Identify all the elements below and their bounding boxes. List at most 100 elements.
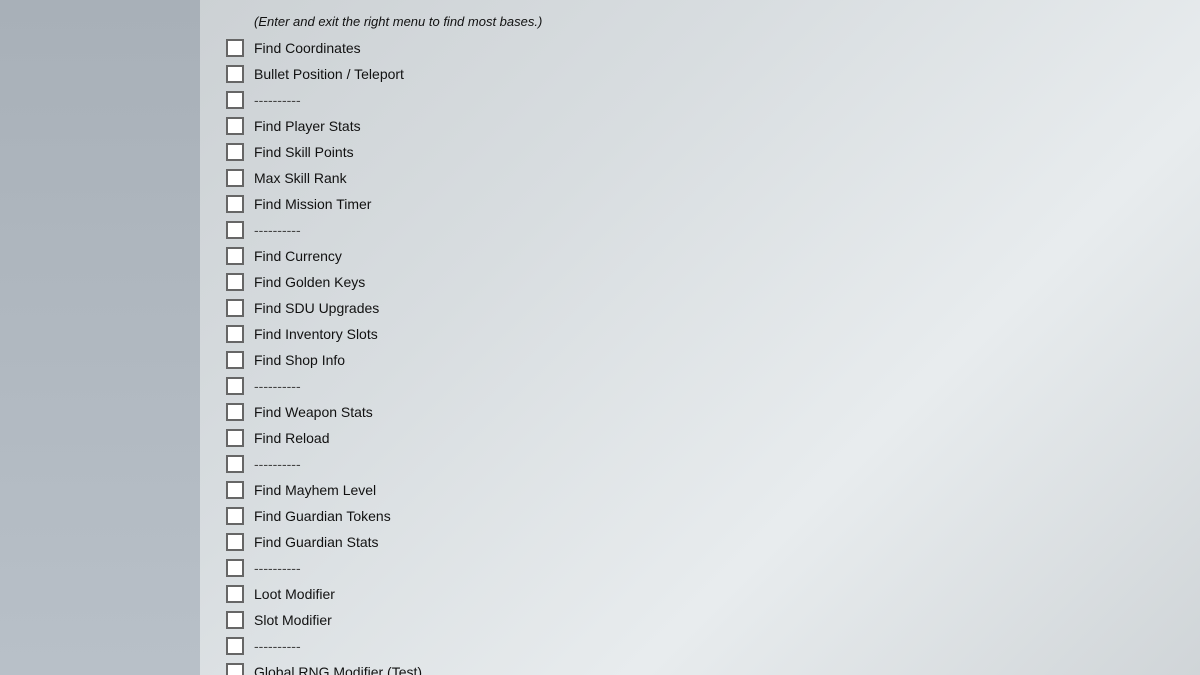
item-label-slot-modifier: Slot Modifier [250,612,1100,628]
item-label-find-mission-timer: Find Mission Timer [250,196,1100,212]
checkbox-find-guardian-tokens[interactable] [226,507,244,525]
checkbox-find-player-stats[interactable] [226,117,244,135]
item-label-find-reload: Find Reload [250,430,1100,446]
list-item-sep5: ---------- [220,555,1180,581]
checkbox-find-skill-points[interactable] [226,143,244,161]
list-item-sep3: ---------- [220,373,1180,399]
list-item-find-reload: Find Reload </span> [220,425,1180,451]
list-item-find-inventory-slots: Find Inventory Slots </span> [220,321,1180,347]
checkbox-wrapper-find-skill-points [220,143,250,161]
checkbox-wrapper-global-rng-modifier [220,663,250,675]
checkbox-find-golden-keys[interactable] [226,273,244,291]
item-label-find-shop-info: Find Shop Info [250,352,1100,368]
checkbox-sep2[interactable] [226,221,244,239]
content-area: (Enter and exit the right menu to find m… [200,0,1200,675]
checkbox-sep3[interactable] [226,377,244,395]
checkbox-global-rng-modifier[interactable] [226,663,244,675]
list-item-loot-modifier: Loot Modifier </span> [220,581,1180,607]
item-label-sep5: ---------- [250,560,1180,576]
item-label-find-player-stats: Find Player Stats [250,118,1100,134]
checkbox-wrapper-loot-modifier [220,585,250,603]
item-label-find-coordinates: Find Coordinates [250,40,1100,56]
checkbox-sep5[interactable] [226,559,244,577]
checkbox-sep4[interactable] [226,455,244,473]
checkbox-wrapper-find-sdu-upgrades [220,299,250,317]
checkbox-wrapper-find-mayhem-level [220,481,250,499]
item-label-max-skill-rank: Max Skill Rank [250,170,1100,186]
checkbox-wrapper-sep3 [220,377,250,395]
checkbox-wrapper-find-coordinates [220,39,250,57]
checkbox-wrapper-find-mission-timer [220,195,250,213]
checkbox-wrapper-max-skill-rank [220,169,250,187]
checkbox-wrapper-slot-modifier [220,611,250,629]
checkbox-wrapper-find-inventory-slots [220,325,250,343]
checkbox-wrapper-sep4 [220,455,250,473]
list-item-find-mission-timer: Find Mission Timer </span> [220,191,1180,217]
checkbox-bullet-position[interactable] [226,65,244,83]
list-item-bullet-position: Bullet Position / Teleport </span> [220,61,1180,87]
list-item-find-shop-info: Find Shop Info </span> [220,347,1180,373]
checkbox-loot-modifier[interactable] [226,585,244,603]
list-item-sep6: ---------- [220,633,1180,659]
checkbox-find-shop-info[interactable] [226,351,244,369]
checkbox-wrapper-find-player-stats [220,117,250,135]
item-label-sep1: ---------- [250,92,1180,108]
checkbox-max-skill-rank[interactable] [226,169,244,187]
checkbox-sep1[interactable] [226,91,244,109]
checkbox-wrapper-find-weapon-stats [220,403,250,421]
checkbox-sep6[interactable] [226,637,244,655]
item-label-find-weapon-stats: Find Weapon Stats [250,404,1100,420]
checkbox-wrapper-bullet-position [220,65,250,83]
list-item-find-currency: Find Currency </span> [220,243,1180,269]
item-label-bullet-position: Bullet Position / Teleport [250,66,1100,82]
checkbox-wrapper-find-guardian-stats [220,533,250,551]
item-label-find-golden-keys: Find Golden Keys [250,274,1100,290]
checkbox-find-weapon-stats[interactable] [226,403,244,421]
checkbox-find-mission-timer[interactable] [226,195,244,213]
list-item-sep4: ---------- [220,451,1180,477]
item-label-find-inventory-slots: Find Inventory Slots [250,326,1100,342]
checkbox-wrapper-sep1 [220,91,250,109]
checkbox-wrapper-sep2 [220,221,250,239]
item-label-sep6: ---------- [250,638,1180,654]
checkbox-find-guardian-stats[interactable] [226,533,244,551]
list-item-find-player-stats: Find Player Stats </span> [220,113,1180,139]
list-item-find-mayhem-level: Find Mayhem Level </span> [220,477,1180,503]
checkbox-find-reload[interactable] [226,429,244,447]
list-item-find-guardian-tokens: Find Guardian Tokens </span> [220,503,1180,529]
item-label-find-guardian-stats: Find Guardian Stats [250,534,1100,550]
list-item-find-weapon-stats: Find Weapon Stats </span> [220,399,1180,425]
item-label-find-guardian-tokens: Find Guardian Tokens [250,508,1100,524]
item-label-find-currency: Find Currency [250,248,1100,264]
list-item-find-golden-keys: Find Golden Keys </span> [220,269,1180,295]
checkbox-wrapper-find-guardian-tokens [220,507,250,525]
checkbox-find-currency[interactable] [226,247,244,265]
checkbox-slot-modifier[interactable] [226,611,244,629]
item-label-sep3: ---------- [250,378,1180,394]
item-label-find-skill-points: Find Skill Points [250,144,1100,160]
item-label-find-sdu-upgrades: Find SDU Upgrades [250,300,1100,316]
checkbox-find-mayhem-level[interactable] [226,481,244,499]
list-item-sep1: ---------- [220,87,1180,113]
checkbox-wrapper-find-reload [220,429,250,447]
list-item-intro: (Enter and exit the right menu to find m… [220,8,1180,35]
checkbox-find-inventory-slots[interactable] [226,325,244,343]
list-item-global-rng-modifier: Global RNG Modifier (Test) </span> [220,659,1180,675]
item-label-global-rng-modifier: Global RNG Modifier (Test) [250,664,1100,675]
item-label-sep2: ---------- [250,222,1180,238]
checkbox-wrapper-sep6 [220,637,250,655]
intro-text: (Enter and exit the right menu to find m… [220,10,542,33]
list-item-find-skill-points: Find Skill Points </span> [220,139,1180,165]
list-item-sep2: ---------- [220,217,1180,243]
item-label-loot-modifier: Loot Modifier [250,586,1100,602]
checkbox-find-coordinates[interactable] [226,39,244,57]
list-item-find-guardian-stats: Find Guardian Stats </span> [220,529,1180,555]
list-item-find-sdu-upgrades: Find SDU Upgrades </span> [220,295,1180,321]
list-item-find-coordinates: Find Coordinates </span> [220,35,1180,61]
list-item-slot-modifier: Slot Modifier </span> [220,607,1180,633]
checkbox-wrapper-find-golden-keys [220,273,250,291]
checkbox-wrapper-find-currency [220,247,250,265]
checkbox-find-sdu-upgrades[interactable] [226,299,244,317]
checkbox-wrapper-find-shop-info [220,351,250,369]
list-item-max-skill-rank: Max Skill Rank </span> [220,165,1180,191]
